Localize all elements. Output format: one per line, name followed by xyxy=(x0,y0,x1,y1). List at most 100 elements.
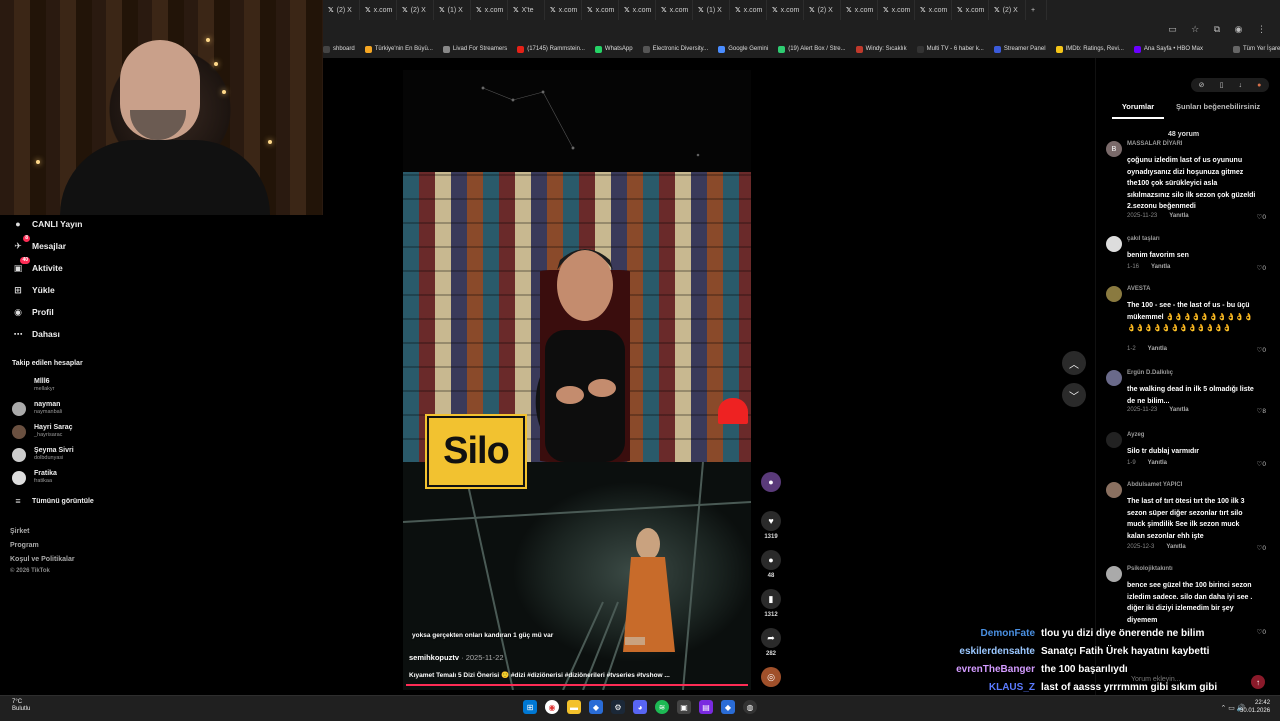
browser-tab[interactable]: 𝕏x.com xyxy=(915,0,952,20)
taskbar-clock[interactable]: 22:42 30.01.2026 xyxy=(1240,699,1270,715)
commenter-name[interactable]: Psikolojiktakıntı xyxy=(1127,566,1173,572)
comment-button[interactable]: ● 48 xyxy=(760,550,782,579)
sidebar-item-4[interactable]: ◉ Profil xyxy=(12,306,54,318)
video-progress-bar[interactable] xyxy=(406,684,748,686)
followed-account[interactable]: Fratika fratikaa xyxy=(12,470,57,485)
browser-tab[interactable]: 𝕏 (2) X xyxy=(804,0,841,20)
commenter-name[interactable]: Ergün D.Dalkılıç xyxy=(1127,370,1173,376)
browser-tab[interactable]: 𝕏x.com xyxy=(545,0,582,20)
reply-button[interactable]: Yanıtla xyxy=(1148,346,1167,352)
address-bar[interactable]: ▭ ☆ ⧉ ◉ ⋮ xyxy=(323,20,1280,40)
footer-company[interactable]: Şirket xyxy=(10,528,29,535)
video-author[interactable]: semihkopuztv · 2025-11-22 xyxy=(409,653,504,662)
sidebar-item-0[interactable]: ● CANLI Yayın xyxy=(12,218,82,230)
followed-account[interactable]: nayman naymanbali xyxy=(12,401,62,416)
bookmark-item[interactable]: Tüm Yer İşaretleri xyxy=(1233,45,1280,53)
commenter-avatar[interactable]: B xyxy=(1106,141,1122,157)
next-video-button[interactable]: ﹀ xyxy=(1062,383,1086,407)
browser-tab[interactable]: 𝕏x.com xyxy=(730,0,767,20)
toolbar-icons[interactable]: ▭ ☆ ⧉ ◉ ⋮ xyxy=(1168,24,1272,35)
browser-tab[interactable]: 𝕏x.com xyxy=(656,0,693,20)
comment-like-button[interactable]: ♡0 xyxy=(1257,213,1266,221)
app-icon-3[interactable]: ◆ xyxy=(721,700,735,714)
bookmark-item[interactable]: IMDb: Ratings, Revi... xyxy=(1055,45,1124,53)
browser-tab[interactable]: 𝕏x.com xyxy=(582,0,619,20)
commenter-avatar[interactable] xyxy=(1106,482,1122,498)
bookmark-item[interactable]: Streamer Panel xyxy=(993,45,1046,53)
tab-comments[interactable]: Yorumlar xyxy=(1112,102,1164,119)
reply-button[interactable]: Yanıtla xyxy=(1148,460,1167,466)
spotify-icon[interactable]: ≋ xyxy=(655,700,669,714)
previous-video-button[interactable]: ︿ xyxy=(1062,351,1086,375)
comment-like-button[interactable]: ♡0 xyxy=(1257,460,1266,468)
user-avatar-icon[interactable]: ● xyxy=(1257,82,1261,89)
commenter-name[interactable]: AVESTA xyxy=(1127,286,1150,292)
app-icon-1[interactable]: ◆ xyxy=(589,700,603,714)
obs-icon[interactable]: ▣ xyxy=(677,700,691,714)
browser-tab[interactable]: 𝕏x.com xyxy=(360,0,397,20)
bookmark-item[interactable]: shboard xyxy=(323,45,355,53)
browser-tab[interactable]: 𝕏x.com xyxy=(878,0,915,20)
browser-tab[interactable]: 𝕏x.com xyxy=(952,0,989,20)
download-icon[interactable]: ↓ xyxy=(1239,82,1243,89)
browser-tab[interactable]: 𝕏 (2) X xyxy=(989,0,1026,20)
app-icon-4[interactable]: ◍ xyxy=(743,700,757,714)
video-description[interactable]: Kıyamet Temalı 5 Dizi Önerisi 🙂 #dizi #d… xyxy=(409,671,670,679)
app-icon-2[interactable]: ▤ xyxy=(699,700,713,714)
reply-button[interactable]: Yanıtla xyxy=(1169,213,1188,219)
followed-account[interactable]: Mlll6 mellakyr xyxy=(12,378,54,393)
reply-button[interactable]: Yanıtla xyxy=(1151,264,1170,270)
send-button[interactable]: ↑ xyxy=(1251,675,1265,689)
new-tab-button[interactable]: + xyxy=(1026,0,1047,20)
bookmark-item[interactable]: Electronic Diversity... xyxy=(642,45,708,53)
browser-tab[interactable]: 𝕏 (2) X xyxy=(323,0,360,20)
browser-tab[interactable]: 𝕏x.com xyxy=(841,0,878,20)
browser-tab[interactable]: 𝕏 (2) X xyxy=(397,0,434,20)
footer-program[interactable]: Program xyxy=(10,542,39,549)
followed-account[interactable]: Hayri Saraç _hayrisarac xyxy=(12,424,73,439)
bookmark-item[interactable]: Ana Sayfa • HBO Max xyxy=(1133,45,1203,53)
commenter-avatar[interactable] xyxy=(1106,236,1122,252)
footer-terms[interactable]: Koşul ve Politikalar xyxy=(10,556,75,563)
tab-you-may-like[interactable]: Şunları beğenebilirsiniz xyxy=(1176,102,1260,111)
creator-avatar-button[interactable]: ● xyxy=(760,472,782,492)
file-explorer-icon[interactable]: ▬ xyxy=(567,700,581,714)
commenter-avatar[interactable] xyxy=(1106,432,1122,448)
sidebar-item-2[interactable]: ▣ 40 Aktivite xyxy=(12,257,63,274)
bookmark-item[interactable]: Livad For Streamers xyxy=(442,45,507,53)
comment-like-button[interactable]: ♡8 xyxy=(1257,407,1266,415)
bookmark-item[interactable]: Multi TV - 6 haber k... xyxy=(916,45,984,53)
browser-tab[interactable]: 𝕏x.com xyxy=(619,0,656,20)
author-name[interactable]: semihkopuztv xyxy=(409,653,459,662)
bookmark-item[interactable]: Türkiye'nin En Büyü... xyxy=(364,45,433,53)
commenter-name[interactable]: Abdulsamet YAPICI xyxy=(1127,482,1182,488)
settings-icon[interactable]: ⊘ xyxy=(1199,81,1205,89)
bookmark-item[interactable]: Windy: Sıcaklık xyxy=(855,45,907,53)
browser-tab[interactable]: 𝕏x.com xyxy=(767,0,804,20)
sidebar-item-3[interactable]: ⊞ Yükle xyxy=(12,284,54,296)
browser-tab[interactable]: 𝕏 (1) X xyxy=(693,0,730,20)
comment-like-button[interactable]: ♡0 xyxy=(1257,544,1266,552)
chrome-icon[interactable]: ◉ xyxy=(545,700,559,714)
start-icon[interactable]: ⊞ xyxy=(523,700,537,714)
discord-icon[interactable]: ◕ xyxy=(633,700,647,714)
commenter-avatar[interactable] xyxy=(1106,286,1122,302)
comment-like-button[interactable]: ♡0 xyxy=(1257,346,1266,354)
commenter-name[interactable]: Ayzeg xyxy=(1127,432,1144,438)
commenter-name[interactable]: çakıl taşları xyxy=(1127,236,1160,242)
weather-widget[interactable]: 7°C Bulutlu xyxy=(12,699,30,713)
browser-tab[interactable]: 𝕏 X'te xyxy=(508,0,545,20)
sidebar-item-5[interactable]: ⋯ Dahası xyxy=(12,328,60,340)
reply-button[interactable]: Yanıtla xyxy=(1169,407,1188,413)
comment-like-button[interactable]: ♡0 xyxy=(1257,628,1266,636)
see-all-link[interactable]: ≡ Tümünü görüntüle xyxy=(12,495,93,507)
share-button[interactable]: ➦ 282 xyxy=(760,628,782,657)
save-button[interactable]: ▮ 1312 xyxy=(760,589,782,618)
commenter-avatar[interactable] xyxy=(1106,370,1122,386)
bookmark-item[interactable]: Google Gemini xyxy=(718,45,768,53)
browser-tab[interactable]: 𝕏 (1) X xyxy=(434,0,471,20)
reply-button[interactable]: Yanıtla xyxy=(1166,544,1185,550)
browser-tab[interactable]: 𝕏x.com xyxy=(471,0,508,20)
bookmark-item[interactable]: (17145) Rammstein... xyxy=(517,45,585,53)
steam-icon[interactable]: ⚙ xyxy=(611,700,625,714)
